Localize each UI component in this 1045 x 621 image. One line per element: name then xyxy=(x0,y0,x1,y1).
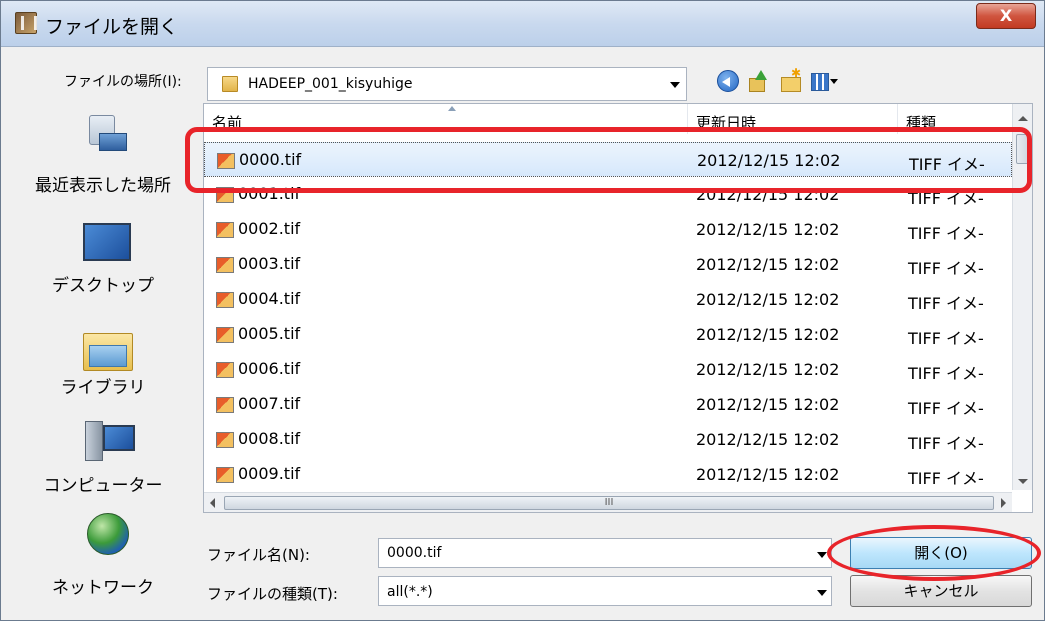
location-label: ファイルの場所(I): xyxy=(64,74,182,90)
app-icon xyxy=(15,12,37,34)
file-type: TIFF イメ- xyxy=(908,329,984,348)
file-date: 2012/12/15 12:02 xyxy=(696,325,840,344)
file-row[interactable]: 0003.tif 2012/12/15 12:02 TIFF イメ- xyxy=(204,247,1012,282)
file-name: 0005.tif xyxy=(238,324,301,343)
file-name: 0004.tif xyxy=(238,289,301,308)
title-bar: ファイルを開く X xyxy=(1,1,1044,47)
folder-icon xyxy=(222,76,238,92)
back-icon[interactable] xyxy=(717,70,739,92)
chevron-down-icon[interactable] xyxy=(670,82,680,88)
recent-places-icon[interactable] xyxy=(85,115,129,155)
file-date: 2012/12/15 12:02 xyxy=(696,255,840,274)
file-type: TIFF イメ- xyxy=(908,294,984,313)
place-recent[interactable]: 最近表示した場所 xyxy=(13,171,193,196)
place-computer[interactable]: コンピューター xyxy=(13,471,193,496)
tiff-file-icon xyxy=(216,257,234,273)
filename-input[interactable]: 0000.tif xyxy=(378,538,832,568)
file-date: 2012/12/15 12:02 xyxy=(696,395,840,414)
view-menu-icon[interactable] xyxy=(811,70,841,92)
scroll-left-icon[interactable] xyxy=(210,498,215,508)
file-row[interactable]: 0006.tif 2012/12/15 12:02 TIFF イメ- xyxy=(204,352,1012,387)
up-folder-icon[interactable] xyxy=(747,70,769,92)
file-row[interactable]: 0008.tif 2012/12/15 12:02 TIFF イメ- xyxy=(204,422,1012,457)
file-row[interactable]: 0002.tif 2012/12/15 12:02 TIFF イメ- xyxy=(204,212,1012,247)
filename-value: 0000.tif xyxy=(387,545,442,561)
file-name: 0002.tif xyxy=(238,219,301,238)
file-name: 0003.tif xyxy=(238,254,301,273)
scroll-down-icon[interactable] xyxy=(1018,479,1028,484)
location-combo[interactable]: HADEEP_001_kisyuhige xyxy=(207,67,687,101)
file-type: TIFF イメ- xyxy=(908,399,984,418)
tiff-file-icon xyxy=(216,362,234,378)
place-libraries[interactable]: ライブラリ xyxy=(13,373,193,398)
highlight-selected-row xyxy=(185,127,1032,193)
file-row[interactable]: 0007.tif 2012/12/15 12:02 TIFF イメ- xyxy=(204,387,1012,422)
desktop-icon[interactable] xyxy=(83,223,131,261)
file-name: 0009.tif xyxy=(238,464,301,483)
sort-ascending-icon xyxy=(448,106,456,111)
file-name: 0008.tif xyxy=(238,429,301,448)
file-name: 0006.tif xyxy=(238,359,301,378)
tiff-file-icon xyxy=(216,467,234,483)
file-row[interactable]: 0004.tif 2012/12/15 12:02 TIFF イメ- xyxy=(204,282,1012,317)
chevron-down-icon[interactable] xyxy=(817,590,827,596)
horizontal-scroll-thumb[interactable]: III xyxy=(224,496,994,510)
filetype-value: all(*.*) xyxy=(387,584,433,600)
file-date: 2012/12/15 12:02 xyxy=(696,220,840,239)
highlight-open-button xyxy=(827,525,1041,581)
file-type: TIFF イメ- xyxy=(908,434,984,453)
libraries-icon[interactable] xyxy=(83,327,133,371)
tiff-file-icon xyxy=(216,327,234,343)
filename-label: ファイル名(N): xyxy=(207,546,310,564)
file-type: TIFF イメ- xyxy=(908,224,984,243)
new-folder-icon[interactable] xyxy=(779,66,801,92)
window-title: ファイルを開く xyxy=(45,16,179,38)
scroll-up-icon[interactable] xyxy=(1018,116,1028,121)
tiff-file-icon xyxy=(216,222,234,238)
tiff-file-icon xyxy=(216,432,234,448)
file-type: TIFF イメ- xyxy=(908,469,984,488)
computer-icon[interactable] xyxy=(85,421,135,461)
tiff-file-icon xyxy=(216,397,234,413)
horizontal-scrollbar[interactable]: III xyxy=(204,492,1012,512)
file-date: 2012/12/15 12:02 xyxy=(696,430,840,449)
filetype-label: ファイルの種類(T): xyxy=(207,585,338,603)
scroll-right-icon[interactable] xyxy=(1001,498,1006,508)
network-icon[interactable] xyxy=(87,513,129,555)
file-type: TIFF イメ- xyxy=(908,364,984,383)
places-bar: 最近表示した場所 デスクトップ ライブラリ コンピューター ネットワーク xyxy=(13,105,193,613)
place-desktop[interactable]: デスクトップ xyxy=(13,271,193,296)
file-type: TIFF イメ- xyxy=(908,259,984,278)
file-date: 2012/12/15 12:02 xyxy=(696,290,840,309)
filetype-select[interactable]: all(*.*) xyxy=(378,576,832,606)
close-button[interactable]: X xyxy=(976,3,1036,29)
place-network[interactable]: ネットワーク xyxy=(13,573,193,598)
chevron-down-icon[interactable] xyxy=(817,552,827,558)
file-row[interactable]: 0005.tif 2012/12/15 12:02 TIFF イメ- xyxy=(204,317,1012,352)
open-file-dialog: ファイルを開く X ファイルの場所(I): HADEEP_001_kisyuhi… xyxy=(0,0,1045,621)
location-value: HADEEP_001_kisyuhige xyxy=(248,76,413,92)
file-row[interactable]: 0009.tif 2012/12/15 12:02 TIFF イメ- xyxy=(204,457,1012,492)
file-date: 2012/12/15 12:02 xyxy=(696,465,840,484)
file-name: 0007.tif xyxy=(238,394,301,413)
file-date: 2012/12/15 12:02 xyxy=(696,360,840,379)
tiff-file-icon xyxy=(216,292,234,308)
